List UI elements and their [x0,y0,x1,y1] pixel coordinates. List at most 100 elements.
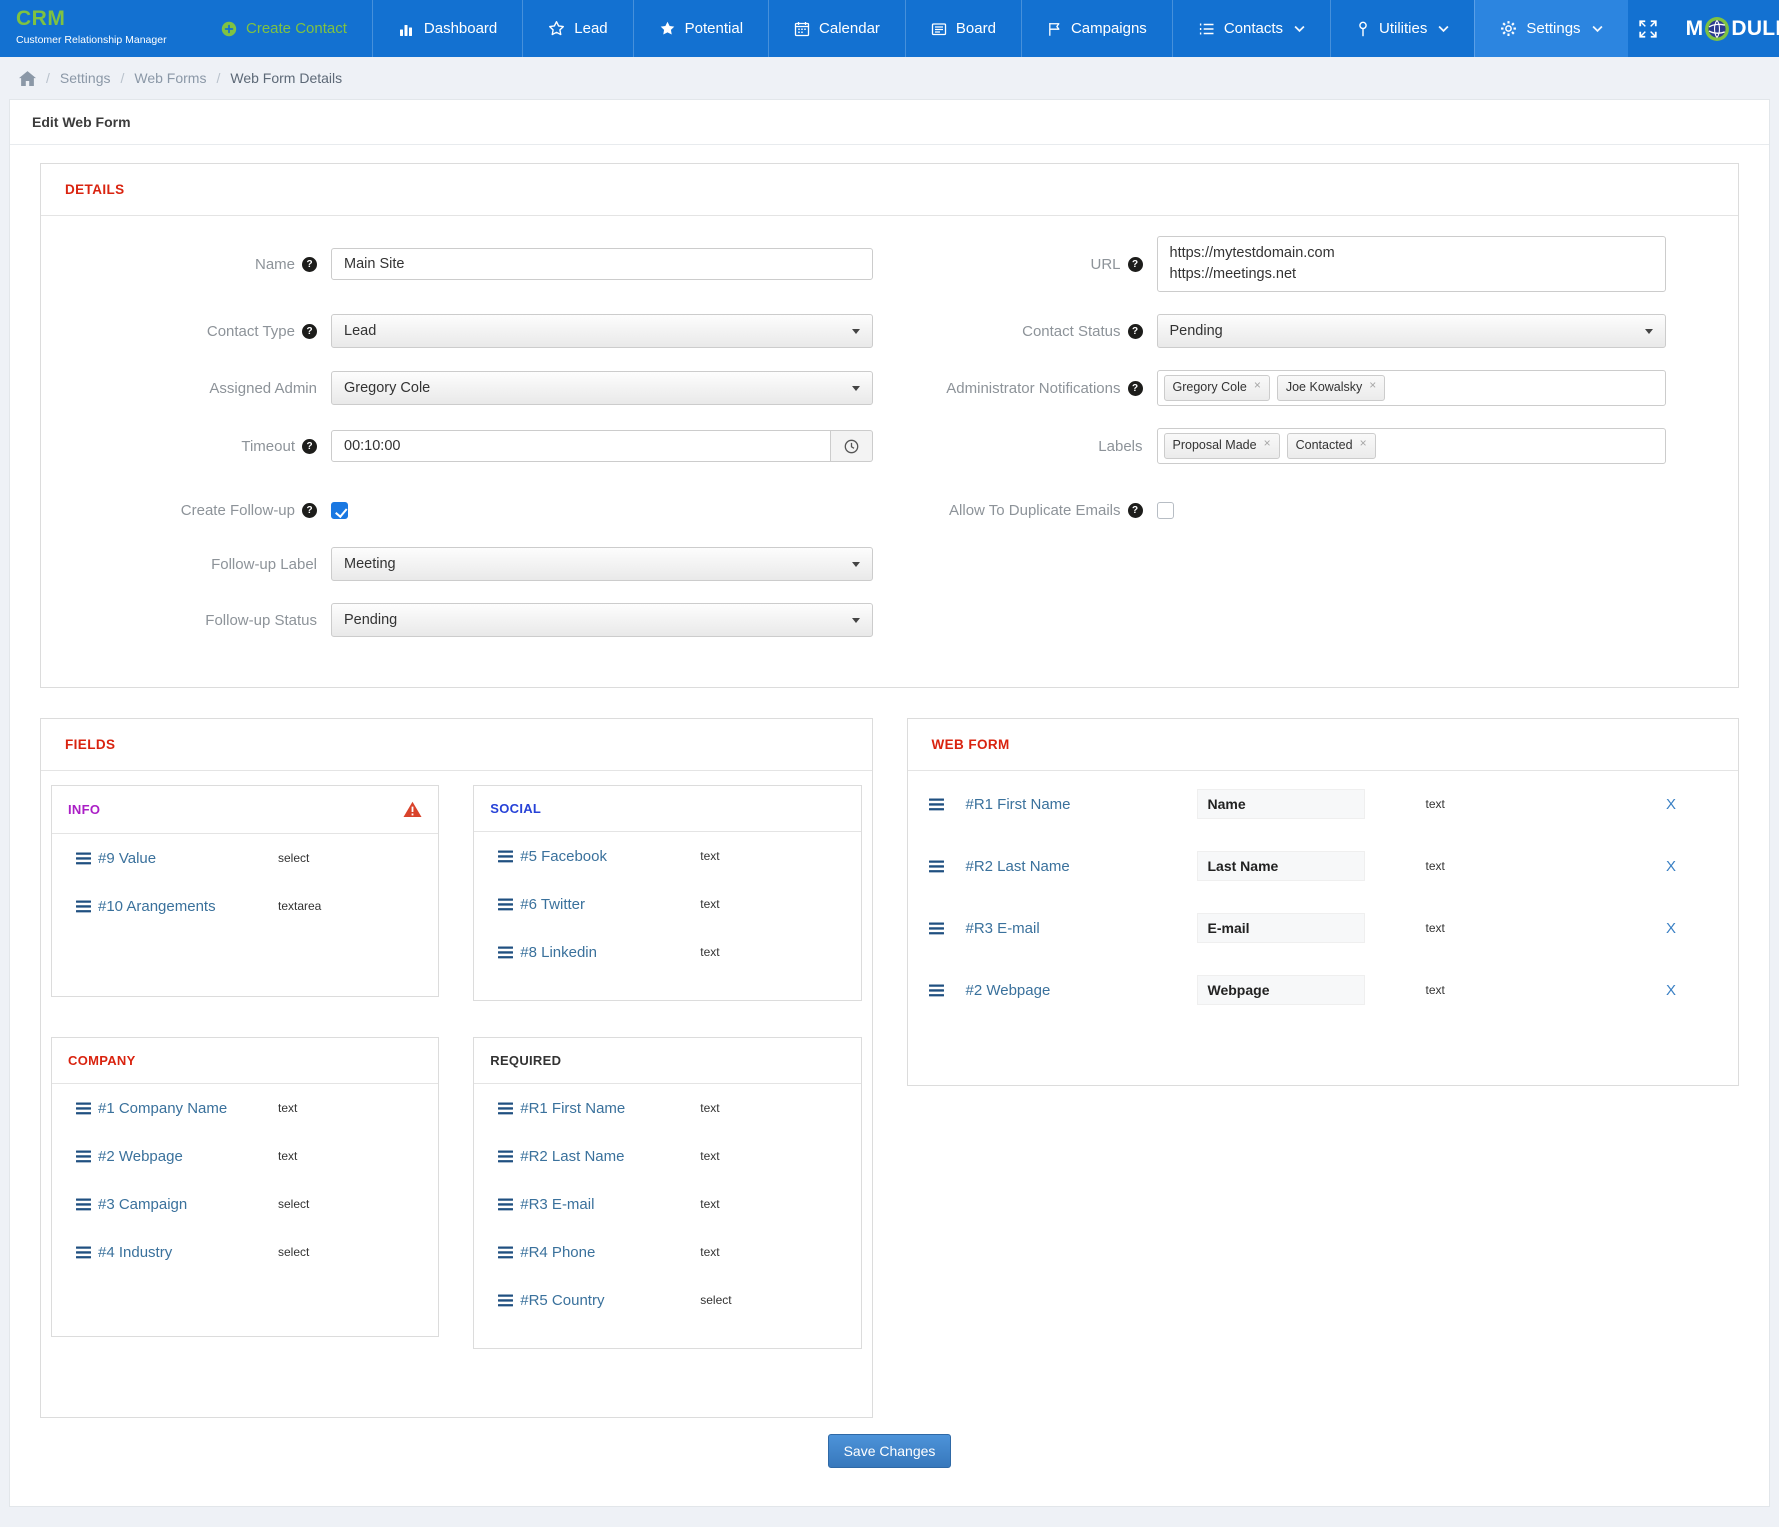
follow-up-label-select[interactable]: Meeting [331,547,873,581]
breadcrumb-separator: / [120,70,124,86]
app-brand[interactable]: CRM Customer Relationship Manager [0,0,196,57]
details-form-row: Create Follow-up?Allow To Duplicate Emai… [41,502,1738,519]
tag-label: Proposal Made [1173,439,1257,452]
webform-field-input[interactable]: Name [1197,789,1365,819]
nav-items: Create Contact DashboardLeadPotentialCale… [196,0,1628,57]
nav-item-settings[interactable]: Settings [1474,0,1627,57]
group-header: SOCIAL [474,786,860,832]
field-item-label: #9 Value [98,850,278,867]
nav-item-campaigns[interactable]: Campaigns [1021,0,1172,57]
name-input[interactable]: Main Site [331,248,873,280]
clock-addon-button[interactable] [831,430,873,462]
field-item[interactable]: #10 Arangementstextarea [68,896,422,916]
field-item[interactable]: #5 Facebooktext [490,846,844,866]
tag: Contacted× [1287,433,1376,459]
webform-rows: #R1 First NameNametextX #R2 Last NameLast… [908,771,1739,1085]
nav-item-create-contact[interactable]: Create Contact [196,0,372,57]
nav-item-board[interactable]: Board [905,0,1021,57]
field-item[interactable]: #R5 Countryselect [490,1290,844,1310]
field-item-label: #8 Linkedin [520,944,700,961]
field-group-company: COMPANY#1 Company Nametext#2 Webpagetext… [51,1037,439,1337]
contact-type-select[interactable]: Lead [331,314,873,348]
tag-remove-icon[interactable]: × [1264,439,1271,447]
webform-field-input[interactable]: Webpage [1197,975,1365,1005]
allow-to-duplicate-emails-checkbox[interactable] [1157,502,1174,519]
help-icon[interactable]: ? [1128,503,1143,518]
select-value: Gregory Cole [344,380,430,396]
nav-item-contacts[interactable]: Contacts [1172,0,1330,57]
field-group-info: INFO #9 Valueselect #10 Arangementstextare… [51,785,439,997]
field-item-type: text [700,1101,719,1115]
field-item[interactable]: #2 Webpagetext [68,1146,422,1166]
remove-icon[interactable]: X [1666,858,1676,875]
administrator-notifications-tags-input[interactable]: Gregory Cole×Joe Kowalsky× [1157,370,1667,406]
save-changes-button[interactable]: Save Changes [828,1434,952,1468]
webform-field-input[interactable]: Last Name [1197,851,1365,881]
help-icon[interactable]: ? [302,439,317,454]
remove-icon[interactable]: X [1666,920,1676,937]
field-item[interactable]: #1 Company Nametext [68,1098,422,1118]
help-icon[interactable]: ? [302,503,317,518]
assigned-admin-select[interactable]: Gregory Cole [331,371,873,405]
nav-item-lead[interactable]: Lead [522,0,632,57]
url-textarea[interactable]: https://mytestdomain.comhttps://meetings… [1157,236,1667,292]
field-item[interactable]: #8 Linkedintext [490,942,844,962]
help-icon[interactable]: ? [1128,324,1143,339]
breadcrumb-item-web-forms[interactable]: Web Forms [134,70,206,86]
nav-item-utilities[interactable]: Utilities [1330,0,1474,57]
drag-icon [68,900,98,913]
field-item[interactable]: #6 Twittertext [490,894,844,914]
breadcrumb-separator: / [46,70,50,86]
help-icon[interactable]: ? [1128,381,1143,396]
contact-status-select[interactable]: Pending [1157,314,1667,348]
field-item[interactable]: #4 Industryselect [68,1242,422,1262]
field-item[interactable]: #R2 Last Nametext [490,1146,844,1166]
help-icon[interactable]: ? [1128,257,1143,272]
follow-up-status-select[interactable]: Pending [331,603,873,637]
nav-item-calendar[interactable]: Calendar [768,0,905,57]
details-form-row: Follow-up LabelMeeting [41,547,1738,581]
nav-item-label: Create Contact [246,20,347,37]
field-item[interactable]: #3 Campaignselect [68,1194,422,1214]
tag-remove-icon[interactable]: × [1360,439,1367,447]
home-icon[interactable] [19,71,36,86]
field-item[interactable]: #R1 First Nametext [490,1098,844,1118]
group-header: INFO [52,786,438,834]
fullscreen-icon[interactable] [1638,19,1658,39]
webform-row[interactable]: #R3 E-mailE-mailtextX [908,911,1739,945]
modulesgarden-logo[interactable]: M DULESGarden [1686,16,1779,42]
nav-item-potential[interactable]: Potential [633,0,768,57]
card-body: DETAILS Name?Main SiteURL?https://mytest… [10,145,1769,1486]
textarea-line: https://mytestdomain.com [1170,243,1654,264]
drag-icon [922,798,952,811]
timeout-input[interactable]: 00:10:00 [331,430,831,462]
labels-tags-input[interactable]: Proposal Made×Contacted× [1157,428,1667,464]
webform-row[interactable]: #2 WebpageWebpagetextX [908,973,1739,1007]
webform-field-input[interactable]: E-mail [1197,913,1365,943]
webform-row[interactable]: #R1 First NameNametextX [908,787,1739,821]
select-value: Meeting [344,556,396,572]
field-item[interactable]: #R4 Phonetext [490,1242,844,1262]
create-follow-up-checkbox[interactable] [331,502,348,519]
help-icon[interactable]: ? [302,257,317,272]
webform-field-name: #R1 First Name [966,796,1197,813]
breadcrumb-item-web-form-details[interactable]: Web Form Details [230,70,342,86]
help-icon[interactable]: ? [302,324,317,339]
nav-item-dashboard[interactable]: Dashboard [372,0,522,57]
field-item[interactable]: #R3 E-mailtext [490,1194,844,1214]
details-panel-header: DETAILS [41,164,1738,216]
remove-icon[interactable]: X [1666,982,1676,999]
details-form-row: Contact Type?LeadContact Status?Pending [41,314,1738,348]
webform-panel: WEB FORM #R1 First NameNametextX#R2 Last… [907,718,1740,1086]
field-item-label: #2 Webpage [98,1148,278,1165]
field-item-type: text [700,897,719,911]
calendar-icon [794,21,810,37]
webform-row[interactable]: #R2 Last NameLast NametextX [908,849,1739,883]
tag-remove-icon[interactable]: × [1369,381,1376,389]
breadcrumb-item-settings[interactable]: Settings [60,70,111,86]
tag-remove-icon[interactable]: × [1254,381,1261,389]
tag-label: Gregory Cole [1173,381,1247,394]
breadcrumb: /Settings/Web Forms/Web Form Details [0,57,1779,99]
remove-icon[interactable]: X [1666,796,1676,813]
field-item[interactable]: #9 Valueselect [68,848,422,868]
